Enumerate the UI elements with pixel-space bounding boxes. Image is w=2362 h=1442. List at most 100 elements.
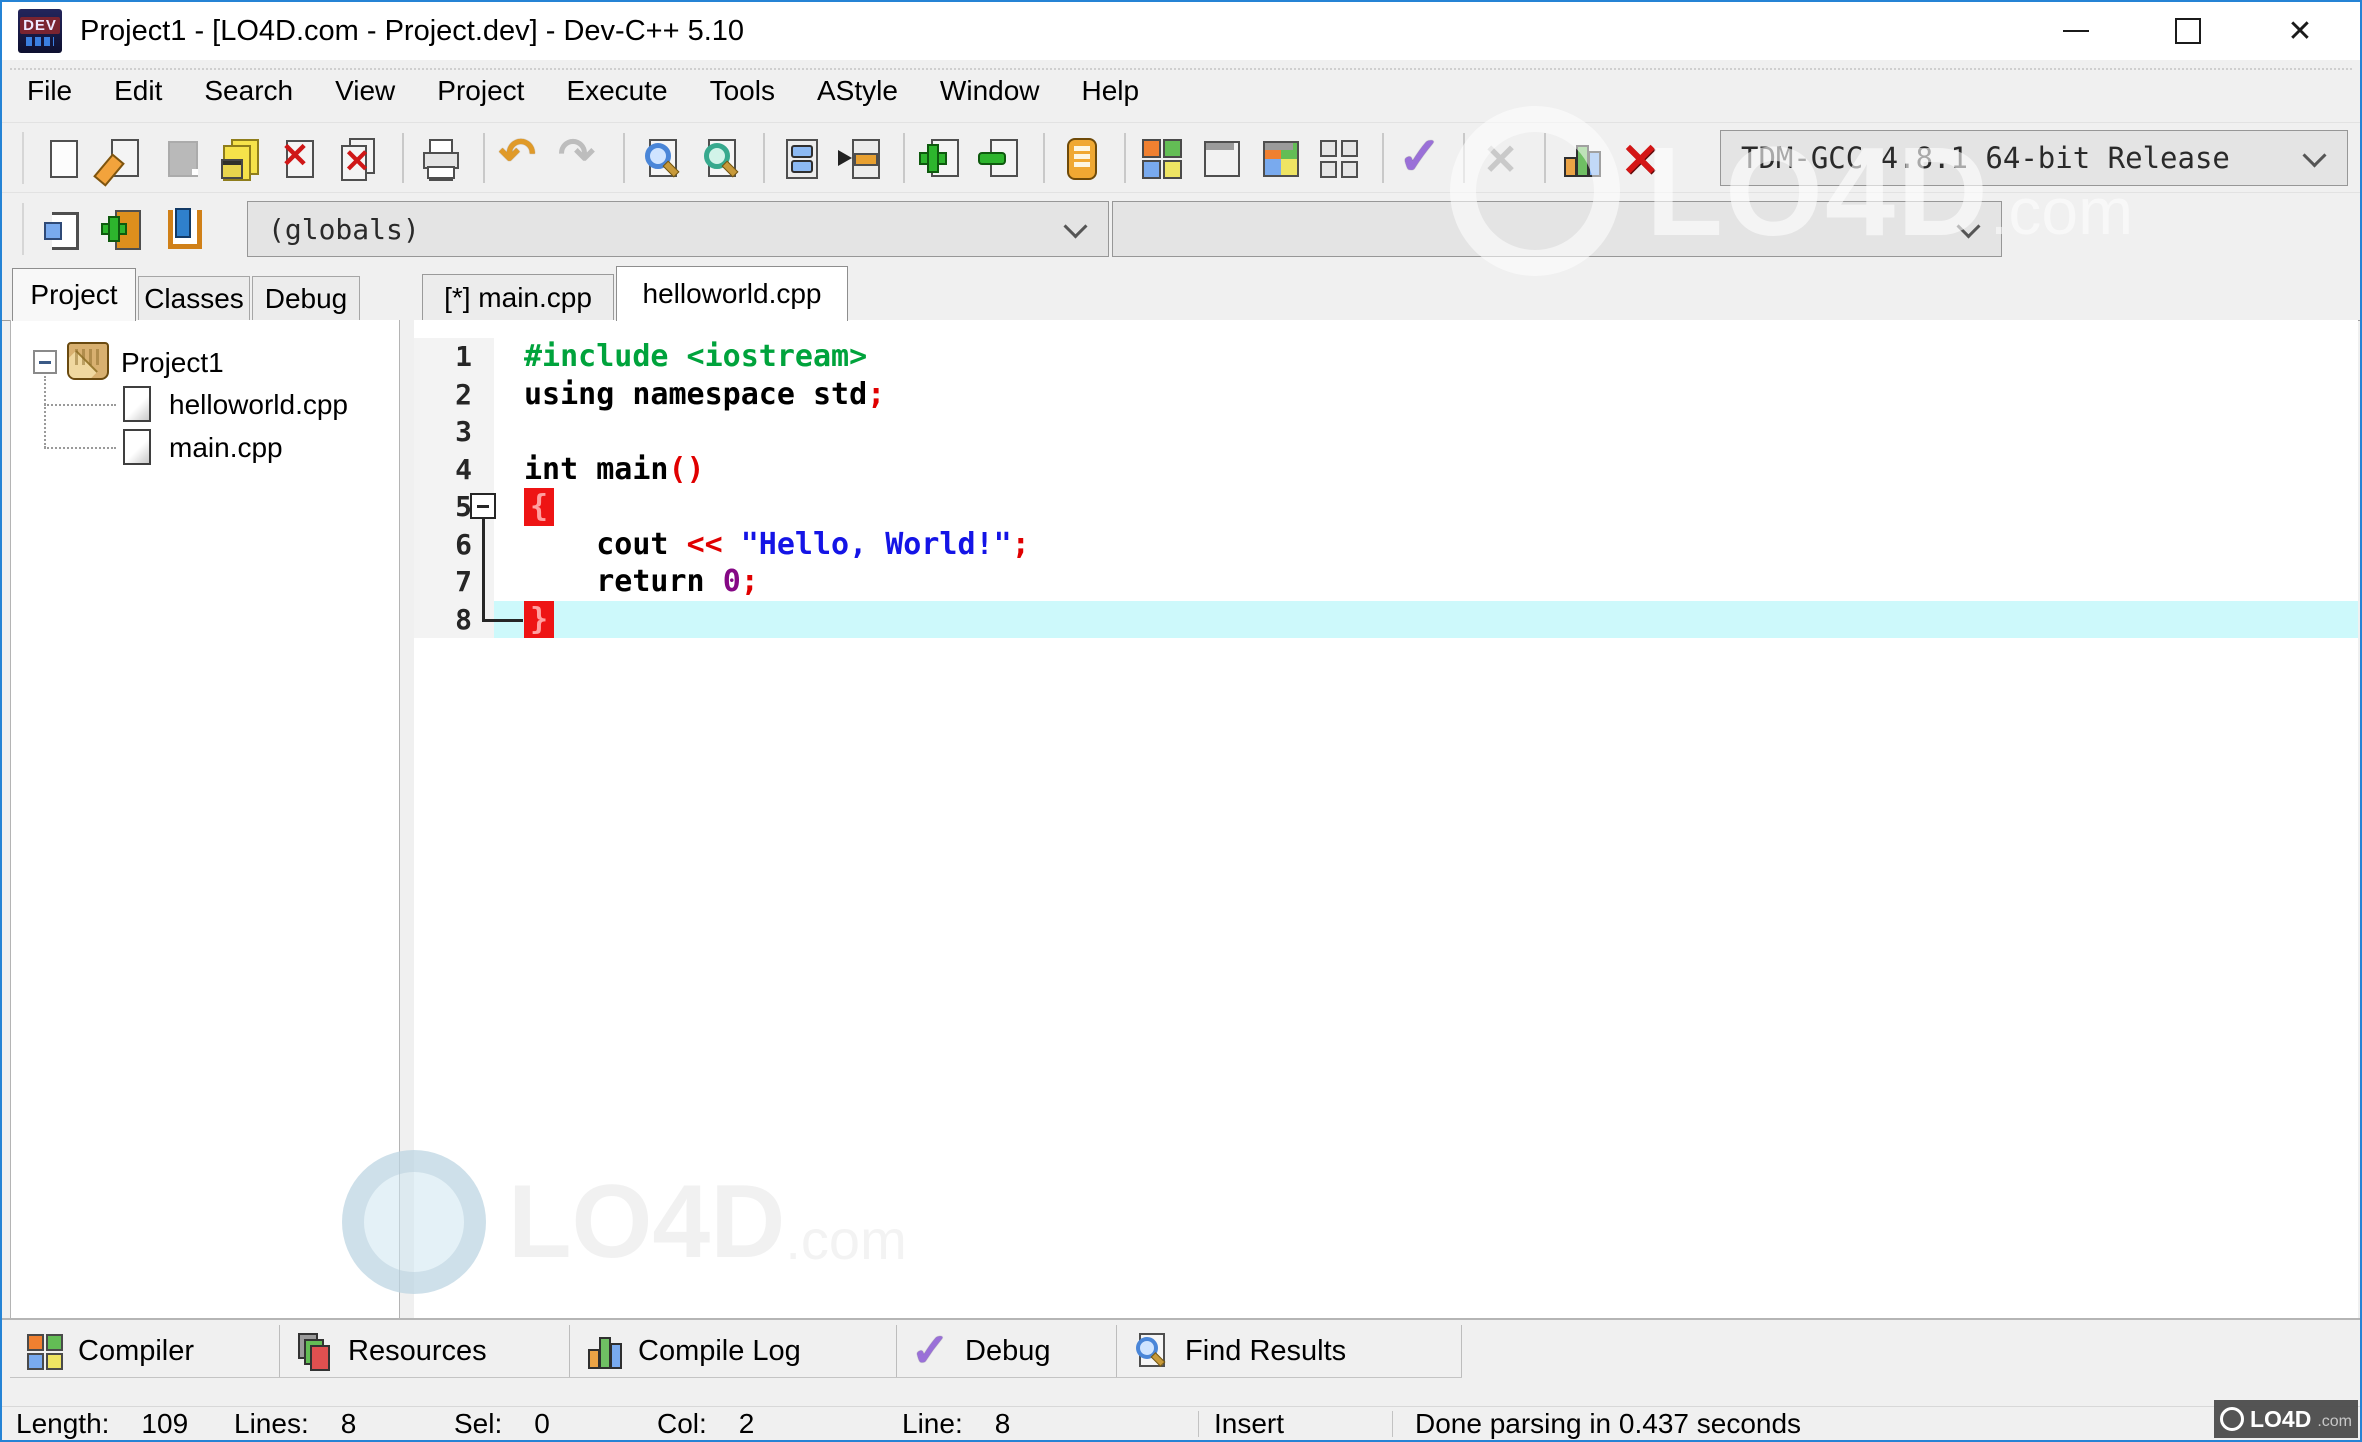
- close-icon: ✕: [2287, 14, 2313, 48]
- minimize-button[interactable]: [2020, 2, 2132, 60]
- report-tab-debug[interactable]: Debug: [897, 1323, 1117, 1377]
- compiler-grid-icon: [24, 1331, 64, 1371]
- report-tab-resources[interactable]: Resources: [280, 1325, 570, 1377]
- run-icon-part: [854, 153, 878, 166]
- code-token: (): [668, 451, 705, 487]
- code-line[interactable]: 6 cout << "Hello, World!";: [414, 525, 2358, 563]
- editor-tab[interactable]: [*] main.cpp: [422, 274, 614, 321]
- menu-tools[interactable]: Tools: [689, 60, 796, 122]
- project-options-button[interactable]: [1254, 133, 1304, 183]
- replace-button[interactable]: [694, 133, 744, 183]
- new-file-button[interactable]: [38, 133, 88, 183]
- tree-root-label[interactable]: Project1: [121, 347, 224, 379]
- file-icon: [123, 386, 151, 422]
- close-all-button[interactable]: [333, 133, 383, 183]
- resources-pages-icon-part: [310, 1345, 330, 1371]
- class-browser-select-value: (globals): [268, 212, 420, 246]
- fold-margin: [494, 451, 524, 489]
- report-tab-compiler[interactable]: Compiler: [10, 1325, 280, 1377]
- lo4d-badge: LO4D .com: [2214, 1400, 2358, 1438]
- window-layout-icon-part: [1341, 140, 1358, 157]
- tree-item-main-cpp[interactable]: main.cpp: [169, 432, 283, 464]
- tab-debug[interactable]: Debug: [252, 276, 360, 321]
- menu-view[interactable]: View: [314, 60, 416, 122]
- code-line[interactable]: 5{: [414, 488, 2358, 526]
- tab-classes[interactable]: Classes: [138, 276, 250, 321]
- insert-button[interactable]: [38, 204, 88, 254]
- tab-project[interactable]: Project: [12, 268, 136, 321]
- save-all-icon: [217, 135, 263, 181]
- member-select[interactable]: [1112, 201, 2002, 257]
- line-number: 1: [414, 338, 494, 376]
- lo4d-logo-icon: [2219, 1407, 2244, 1431]
- run-button[interactable]: [834, 133, 884, 183]
- report-tab-compile-log[interactable]: Compile Log: [570, 1325, 897, 1377]
- run-icon-part: [838, 150, 852, 166]
- menu-help[interactable]: Help: [1061, 60, 1161, 122]
- code-token: 0: [722, 564, 741, 600]
- toolbar-separator: [903, 133, 905, 183]
- package-manager-button[interactable]: [1055, 133, 1105, 183]
- close-button[interactable]: ✕: [2244, 2, 2356, 60]
- compile-button[interactable]: [775, 133, 825, 183]
- add-to-project-button[interactable]: [915, 133, 965, 183]
- menu-astyle[interactable]: AStyle: [796, 60, 919, 122]
- status-divider: [1392, 1411, 1393, 1437]
- chevron-down-icon: [1956, 214, 1981, 239]
- find-button[interactable]: [635, 133, 685, 183]
- code-line[interactable]: 1 #include <iostream>: [414, 338, 2358, 376]
- editor-tab[interactable]: helloworld.cpp: [616, 266, 848, 321]
- report-tab-find-results[interactable]: Find Results: [1117, 1325, 1462, 1377]
- code-line[interactable]: 2 using namespace std;: [414, 375, 2358, 413]
- save-all-button[interactable]: [215, 133, 265, 183]
- panel-splitter[interactable]: [400, 320, 414, 1318]
- print-button[interactable]: [414, 133, 464, 183]
- abort-button[interactable]: [1475, 133, 1525, 184]
- check-syntax-button[interactable]: [1394, 127, 1444, 187]
- code-line[interactable]: 3: [414, 413, 2358, 451]
- status-insert-mode: Insert: [1214, 1408, 1285, 1439]
- code-line[interactable]: 4 int main(): [414, 450, 2358, 489]
- tree-item-helloworld-cpp[interactable]: helloworld.cpp: [169, 389, 348, 421]
- profile-button[interactable]: [1556, 133, 1606, 183]
- compiler-grid-icon-part: [27, 1334, 44, 1351]
- insert-icon: [40, 206, 86, 252]
- status-field-label: Line:: [902, 1408, 963, 1439]
- toolbar-separator: [1463, 133, 1465, 183]
- fold-toggle[interactable]: [470, 493, 496, 519]
- compiler-select[interactable]: TDM-GCC 4.8.1 64-bit Release: [1720, 130, 2348, 186]
- menu-file[interactable]: File: [6, 60, 93, 122]
- tree-collapse-toggle[interactable]: [33, 350, 57, 374]
- menu-edit[interactable]: Edit: [93, 60, 183, 122]
- maximize-button[interactable]: [2132, 2, 2244, 60]
- navigation-toolbar: (globals): [2, 192, 2360, 265]
- main-toolbar: TDM-GCC 4.8.1 64-bit Release: [2, 122, 2360, 193]
- goto-bookmark-icon: [158, 206, 204, 252]
- save-file-button[interactable]: [156, 133, 206, 183]
- abort-profile-button[interactable]: [1615, 133, 1665, 187]
- close-file-button[interactable]: [274, 133, 324, 183]
- menu-project[interactable]: Project: [416, 60, 545, 122]
- run-icon: [836, 135, 882, 181]
- menu-execute[interactable]: Execute: [545, 60, 688, 122]
- new-window-button[interactable]: [1195, 133, 1245, 183]
- menu-window[interactable]: Window: [919, 60, 1061, 122]
- undo-button[interactable]: [495, 129, 545, 183]
- line-number: 4: [414, 450, 494, 488]
- remove-from-project-button[interactable]: [974, 133, 1024, 183]
- code-token: {: [524, 488, 555, 526]
- code-editor[interactable]: 1 #include <iostream> 2 using namespace std…: [414, 320, 2358, 1318]
- goto-bookmark-button[interactable]: [156, 204, 206, 254]
- code-line[interactable]: 7 return 0;: [414, 563, 2358, 601]
- new-project-button[interactable]: [1136, 133, 1186, 183]
- compiler-select-value: TDM-GCC 4.8.1 64-bit Release: [1741, 141, 2230, 175]
- window-layout-button[interactable]: [1313, 133, 1363, 183]
- menu-search[interactable]: Search: [183, 60, 314, 122]
- package-manager-icon-part: [1067, 138, 1097, 180]
- code-line[interactable]: 8}: [414, 600, 2358, 638]
- add-bookmark-button[interactable]: [97, 204, 147, 254]
- class-browser-select[interactable]: (globals): [247, 201, 1109, 257]
- redo-button[interactable]: [554, 129, 604, 183]
- open-file-button[interactable]: [93, 133, 147, 187]
